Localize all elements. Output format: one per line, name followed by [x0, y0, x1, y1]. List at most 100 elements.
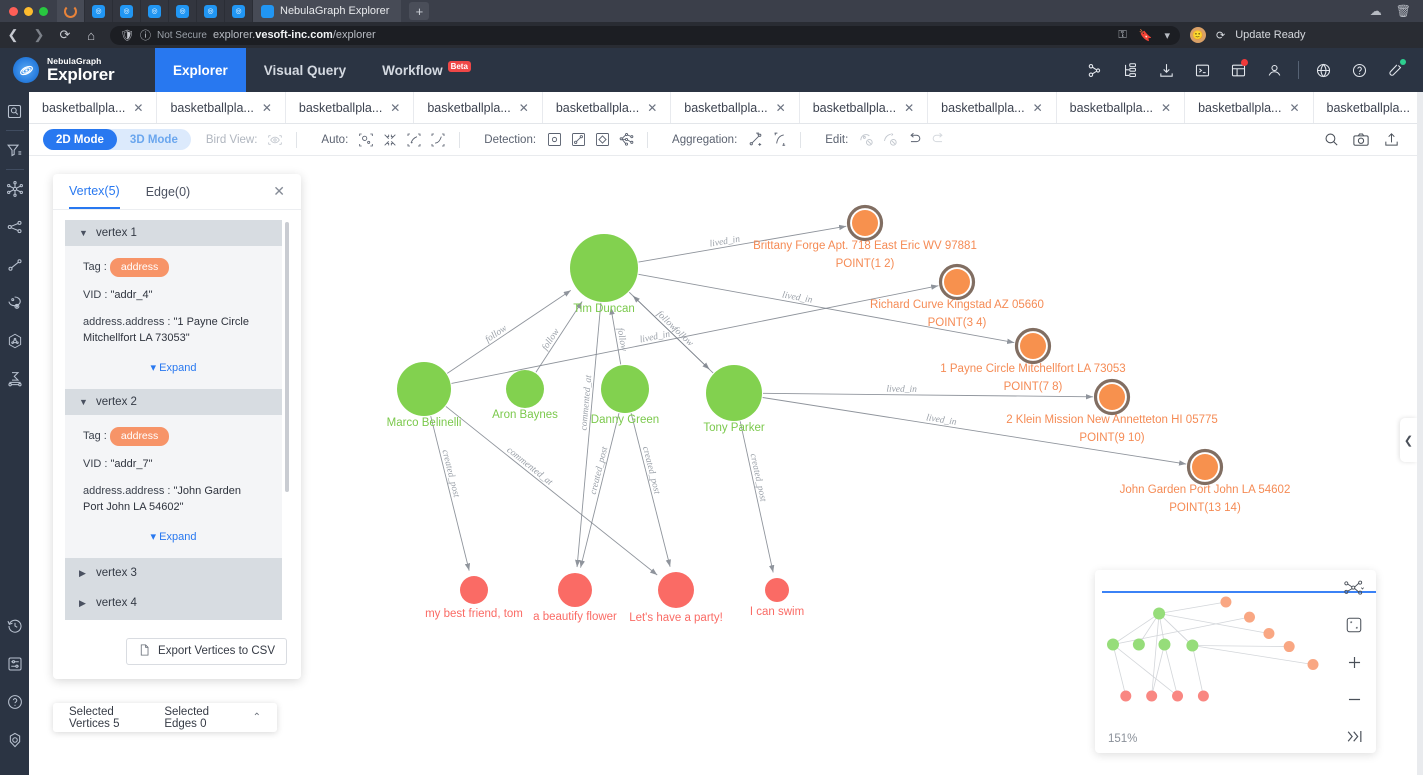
help-circle-icon[interactable] [0, 683, 29, 721]
graph-node[interactable] [397, 362, 451, 416]
vertex-list[interactable]: ▼ vertex 1 Tag : address VID : "addr_4" [65, 220, 289, 620]
mode-3d-button[interactable]: 3D Mode [117, 129, 191, 150]
chevron-up-icon[interactable]: ⌃ [253, 712, 261, 723]
window-traffic-lights[interactable] [0, 7, 57, 16]
language-globe-icon[interactable] [1305, 48, 1341, 92]
aggregate-sigma-icon[interactable] [0, 360, 29, 398]
close-icon[interactable]: ✕ [904, 101, 914, 115]
chevron-down-icon[interactable]: ▼ [79, 228, 87, 238]
close-icon[interactable]: ✕ [133, 101, 143, 115]
graph-node[interactable] [601, 365, 649, 413]
settings-list-icon[interactable] [0, 645, 29, 683]
auto-edge-icon[interactable] [402, 128, 426, 152]
list-item[interactable]: ▼ vertex 1 Tag : address VID : "addr_4" [65, 220, 282, 389]
camera-icon[interactable] [1349, 128, 1373, 152]
graph-tab[interactable]: basketballpla...✕ [1185, 92, 1313, 124]
export-vertices-csv-button[interactable]: Export Vertices to CSV [126, 638, 287, 665]
redo-icon[interactable] [926, 128, 950, 152]
close-icon[interactable]: ✕ [1289, 101, 1299, 115]
graph-node[interactable] [706, 365, 762, 421]
graph-node[interactable] [658, 572, 694, 608]
graph-node[interactable] [852, 210, 878, 236]
browser-tab-inactive[interactable]: ◎ [197, 0, 225, 22]
graph-edge[interactable] [431, 416, 469, 570]
graph-node[interactable] [558, 573, 592, 607]
history-icon[interactable] [0, 607, 29, 645]
vertex-header[interactable]: ▼ vertex 2 [65, 389, 282, 415]
browser-tab-active[interactable]: NebulaGraph Explorer [253, 0, 401, 22]
account-icon[interactable] [0, 721, 29, 759]
vertex-header[interactable]: ▶ vertex 5 [65, 618, 282, 620]
address-bar[interactable]: 🛡 ⓘ Not Secure explorer.vesoft-inc.com/e… [110, 26, 1180, 45]
chevron-down-icon[interactable]: ▾ [1164, 29, 1170, 42]
tab-edge[interactable]: Edge(0) [146, 175, 190, 208]
aggregate-in-icon[interactable] [743, 128, 767, 152]
search-vertex-icon[interactable] [0, 92, 29, 130]
graph-tab[interactable]: basketballpla...✕ [543, 92, 671, 124]
forward-button[interactable]: ❯ [26, 27, 52, 43]
graph-node[interactable] [1099, 384, 1125, 410]
close-icon[interactable]: ✕ [273, 183, 285, 200]
close-icon[interactable]: ✕ [1161, 101, 1171, 115]
graph-tab-active[interactable]: basketballpla...✕ [1314, 92, 1423, 124]
graph-tab[interactable]: basketballpla...✕ [928, 92, 1056, 124]
close-icon[interactable]: ✕ [776, 101, 786, 115]
graph-tab[interactable]: basketballpla...✕ [414, 92, 542, 124]
circle-detect-icon[interactable] [542, 128, 566, 152]
graph-node[interactable] [1192, 454, 1218, 480]
trash-icon[interactable]: 🗑 [1396, 4, 1411, 18]
graph-node[interactable] [765, 578, 789, 602]
zoom-out-icon[interactable] [1345, 689, 1364, 709]
share-path-icon[interactable] [0, 208, 29, 246]
tab-vertex[interactable]: Vertex(5) [69, 174, 120, 209]
graph-node[interactable] [460, 576, 488, 604]
mode-2d-button[interactable]: 2D Mode [43, 129, 117, 150]
network-detect-icon[interactable] [614, 128, 638, 152]
graph-nodes-layer[interactable] [397, 207, 1222, 609]
close-icon[interactable]: ✕ [647, 101, 657, 115]
info-icon[interactable]: ⓘ [140, 27, 151, 43]
list-item[interactable]: ▼ vertex 2 Tag : address VID : "addr_7" [65, 389, 282, 558]
dashboard-icon[interactable] [1220, 48, 1256, 92]
vertex-header[interactable]: ▼ vertex 1 [65, 220, 282, 246]
vertex-detail-panel[interactable]: Vertex(5) Edge(0) ✕ ▼ vertex 1 Tag : add… [53, 174, 301, 679]
graph-node[interactable] [944, 269, 970, 295]
filter-icon[interactable] [0, 131, 29, 169]
close-icon[interactable]: ✕ [262, 101, 272, 115]
graph-tab[interactable]: basketballpla...✕ [671, 92, 799, 124]
cloud-icon[interactable]: ☁ [1370, 4, 1382, 18]
browser-tab-inactive[interactable]: ◎ [169, 0, 197, 22]
line-detect-icon[interactable] [566, 128, 590, 152]
remove-edge-icon[interactable] [878, 128, 902, 152]
chevron-down-icon[interactable]: ▼ [79, 397, 87, 407]
graph-tab[interactable]: basketballpla...✕ [286, 92, 414, 124]
aggregate-out-icon[interactable] [767, 128, 791, 152]
expand-button[interactable]: ▾ Expand [83, 527, 264, 552]
key-icon[interactable]: ⚿ [1118, 29, 1126, 42]
graph-edge[interactable] [446, 406, 657, 575]
chevron-right-icon[interactable]: ▶ [79, 568, 87, 579]
edge-icon[interactable] [0, 246, 29, 284]
minimize-window-button[interactable] [24, 7, 33, 16]
auto-layout-icon[interactable] [354, 128, 378, 152]
home-button[interactable]: ⌂ [78, 28, 104, 43]
close-icon[interactable]: ✕ [390, 101, 400, 115]
graph-expand-icon[interactable] [0, 170, 29, 208]
bookmark-icon[interactable]: 🔖 [1139, 29, 1153, 42]
page-scrollbar[interactable] [1417, 92, 1423, 775]
vertex-header[interactable]: ▶ vertex 3 [65, 558, 282, 588]
app-logo[interactable]: NebulaGraph Explorer [0, 57, 155, 84]
vertex-header[interactable]: ▶ vertex 4 [65, 588, 282, 618]
nav-visual-query[interactable]: Visual Query [246, 48, 364, 92]
new-tab-button[interactable]: + [409, 2, 429, 20]
hierarchy-icon[interactable] [1112, 48, 1148, 92]
browser-tab-inactive[interactable]: ◎ [85, 0, 113, 22]
graph-node[interactable] [506, 370, 544, 408]
maximize-window-button[interactable] [39, 7, 48, 16]
help-icon[interactable] [1341, 48, 1377, 92]
team-icon[interactable] [1256, 48, 1292, 92]
selection-status-bar[interactable]: Selected Vertices 5 Selected Edges 0 ⌃ [53, 703, 277, 732]
auto-collapse-icon[interactable] [378, 128, 402, 152]
avatar[interactable]: 🙂 [1190, 27, 1206, 43]
browser-tab-inactive[interactable]: ◎ [113, 0, 141, 22]
